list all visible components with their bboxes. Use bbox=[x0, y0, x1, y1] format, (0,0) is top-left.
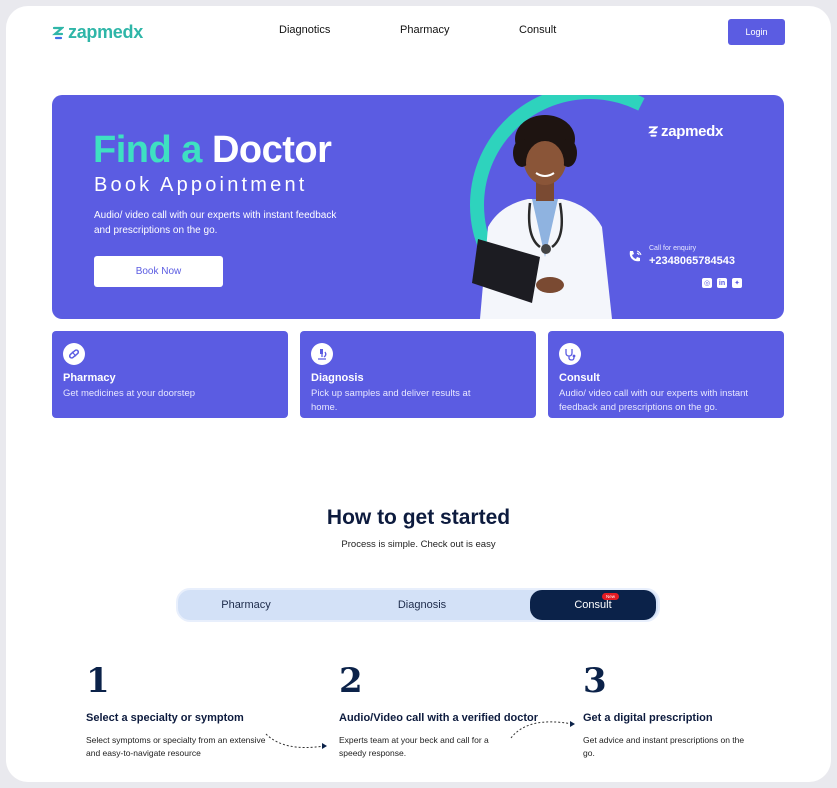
logo-mark-icon bbox=[52, 26, 64, 39]
hero-description: Audio/ video call with our experts with … bbox=[94, 210, 337, 236]
step-title: Get a digital prescription bbox=[583, 712, 713, 724]
nav-diagnostics[interactable]: Diagnotics bbox=[279, 24, 330, 36]
nav-consult[interactable]: Consult bbox=[519, 24, 556, 36]
doctor-photo bbox=[472, 115, 612, 319]
hero-banner: Find a Doctor Book Appointment Audio/ vi… bbox=[52, 95, 784, 319]
instagram-icon[interactable]: ◎ bbox=[702, 278, 712, 288]
card-description: Get medicines at your doorstep bbox=[63, 388, 196, 399]
book-now-button[interactable]: Book Now bbox=[94, 256, 223, 287]
step-title: Select a specialty or symptom bbox=[86, 712, 244, 724]
pill-icon bbox=[63, 343, 85, 365]
tab-diagnosis[interactable]: Diagnosis bbox=[354, 590, 490, 620]
hero-title-doctor: Doctor bbox=[211, 129, 332, 171]
page-frame: zapmedx Diagnotics Pharmacy Consult Logi… bbox=[6, 6, 831, 782]
step-number: 3 bbox=[583, 661, 607, 701]
section-subtitle: Process is simple. Check out is easy bbox=[341, 539, 496, 550]
step-number: 1 bbox=[86, 661, 110, 701]
step-description: Get advice and instant prescriptions on … bbox=[583, 735, 745, 758]
service-card-diagnosis[interactable]: Diagnosis Pick up samples and deliver re… bbox=[300, 331, 536, 418]
hero-title: Find a Doctor bbox=[93, 129, 332, 172]
social-links: ◎ in ✦ bbox=[702, 278, 742, 288]
hero-logo-text: zapmedx bbox=[661, 123, 724, 140]
phone-icon bbox=[629, 250, 642, 262]
card-title: Consult bbox=[559, 372, 600, 384]
tab-pharmacy[interactable]: Pharmacy bbox=[178, 590, 314, 620]
card-description: Pick up samples and deliver results at h… bbox=[311, 388, 471, 413]
step-description: Select symptoms or specialty from an ext… bbox=[86, 735, 266, 758]
login-button[interactable]: Login bbox=[728, 19, 785, 45]
step-3: 3 Get a digital prescription Get advice … bbox=[583, 661, 744, 758]
tab-consult[interactable]: Consult New bbox=[530, 590, 656, 620]
card-title: Pharmacy bbox=[63, 372, 116, 384]
hero-logo: zapmedx bbox=[648, 123, 723, 140]
step-description: Experts team at your beck and call for a… bbox=[339, 735, 489, 758]
nav-pharmacy[interactable]: Pharmacy bbox=[400, 24, 450, 36]
stethoscope-icon bbox=[559, 343, 581, 365]
dashed-arrow-icon bbox=[265, 733, 327, 749]
step-1: 1 Select a specialty or symptom Select s… bbox=[86, 661, 266, 758]
step-number: 2 bbox=[339, 661, 363, 701]
microscope-icon bbox=[311, 343, 333, 365]
service-card-consult[interactable]: Consult Audio/ video call with our exper… bbox=[548, 331, 784, 418]
brand-logo[interactable]: zapmedx bbox=[52, 22, 143, 43]
phone-number[interactable]: +2348065784543 bbox=[649, 255, 735, 267]
process-tabs: Pharmacy Diagnosis Consult New bbox=[176, 588, 660, 622]
twitter-icon[interactable]: ✦ bbox=[732, 278, 742, 288]
card-description: Audio/ video call with our experts with … bbox=[559, 388, 749, 413]
card-title: Diagnosis bbox=[311, 372, 364, 384]
linkedin-icon[interactable]: in bbox=[717, 278, 727, 288]
new-badge: New bbox=[602, 593, 620, 600]
tab-consult-label: Consult bbox=[574, 599, 612, 611]
call-enquiry-label: Call for enquiry bbox=[649, 245, 697, 252]
step-2: 2 Audio/Video call with a verified docto… bbox=[339, 661, 538, 758]
hero-subtitle: Book Appointment bbox=[94, 174, 308, 196]
dashed-arrow-icon bbox=[510, 721, 575, 739]
section-title: How to get started bbox=[326, 506, 511, 529]
hero-title-find: Find a bbox=[93, 129, 202, 171]
service-card-pharmacy[interactable]: Pharmacy Get medicines at your doorstep bbox=[52, 331, 288, 418]
logo-mark-icon bbox=[648, 126, 658, 137]
logo-text: zapmedx bbox=[68, 22, 143, 42]
